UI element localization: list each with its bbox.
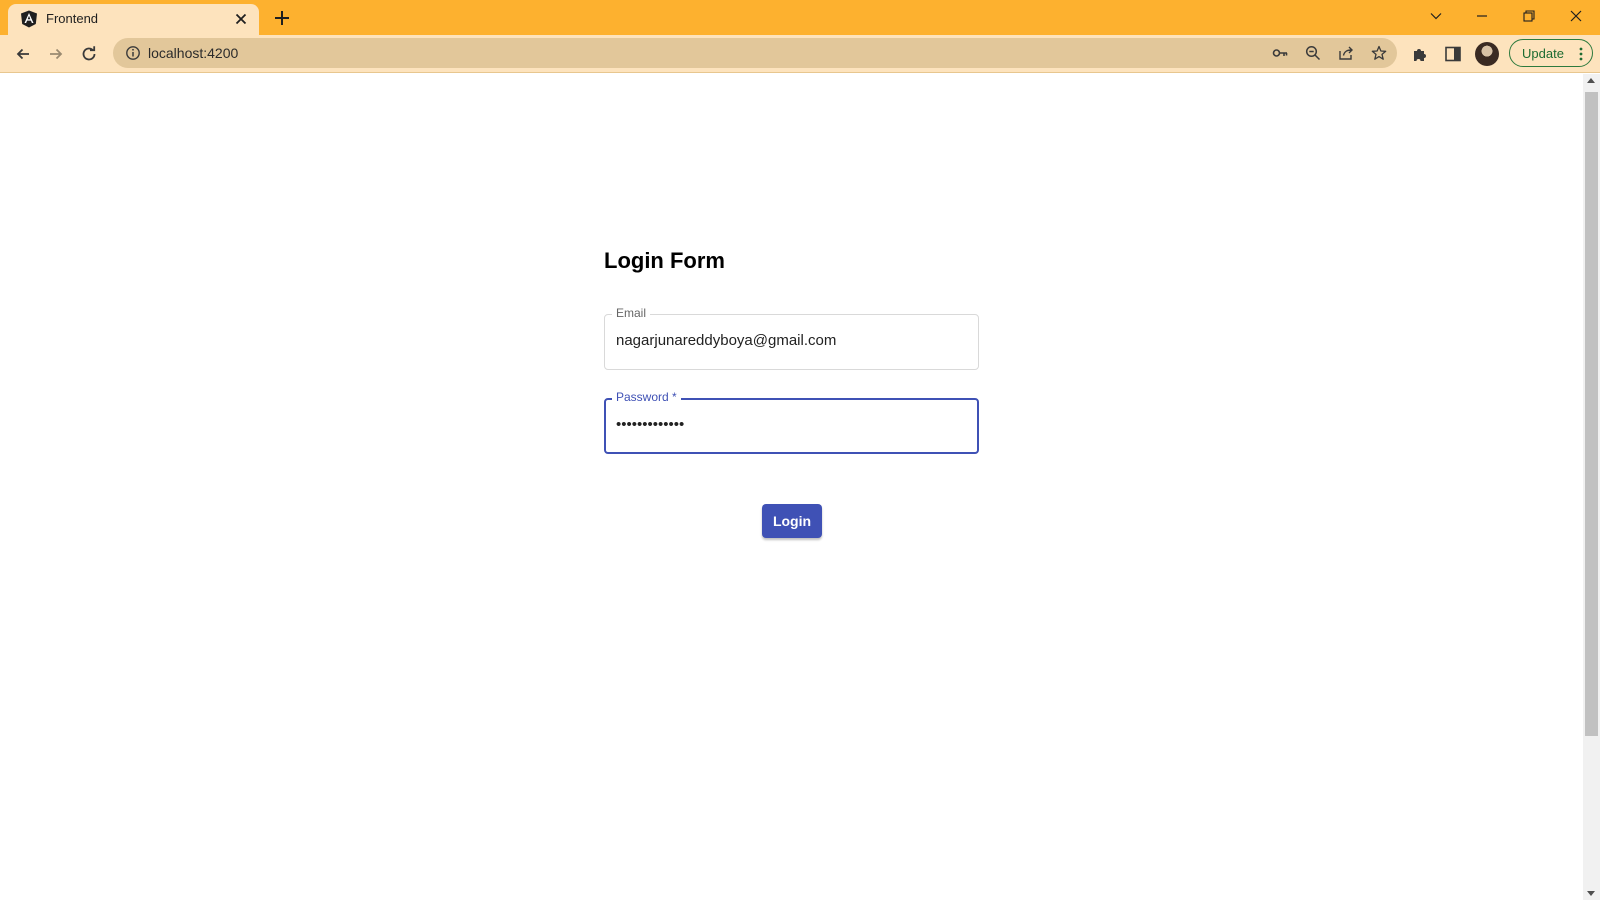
new-tab-icon[interactable] bbox=[272, 8, 292, 28]
info-icon[interactable] bbox=[125, 45, 141, 61]
email-input[interactable] bbox=[616, 332, 966, 349]
avatar[interactable] bbox=[1475, 42, 1499, 66]
password-field[interactable]: Password * bbox=[604, 390, 979, 454]
forward-icon[interactable] bbox=[46, 44, 66, 64]
extensions-icon[interactable] bbox=[1411, 45, 1429, 63]
browser-tab[interactable]: Frontend bbox=[8, 4, 259, 35]
update-label: Update bbox=[1522, 46, 1564, 61]
url-text: localhost:4200 bbox=[148, 45, 239, 61]
scroll-down-icon[interactable] bbox=[1587, 891, 1595, 896]
share-icon[interactable] bbox=[1338, 45, 1354, 61]
scroll-up-icon[interactable] bbox=[1587, 78, 1595, 83]
required-mark: * bbox=[672, 390, 677, 404]
update-button[interactable]: Update bbox=[1509, 39, 1593, 67]
window-close-icon[interactable] bbox=[1561, 4, 1591, 28]
reload-icon[interactable] bbox=[79, 44, 99, 64]
email-label: Email bbox=[612, 306, 651, 320]
password-label-text: Password bbox=[616, 390, 669, 404]
address-bar[interactable]: localhost:4200 bbox=[113, 38, 1397, 68]
password-input[interactable] bbox=[616, 416, 966, 433]
scrollbar[interactable] bbox=[1583, 74, 1600, 900]
page-title: Login Form bbox=[604, 248, 725, 273]
angular-icon bbox=[21, 10, 37, 28]
scroll-thumb[interactable] bbox=[1585, 92, 1598, 736]
email-field[interactable]: Email bbox=[604, 306, 979, 370]
tab-search-icon[interactable] bbox=[1421, 4, 1451, 28]
browser-tab-strip: Frontend bbox=[0, 0, 1600, 35]
more-menu-icon[interactable] bbox=[1578, 46, 1584, 62]
password-label: Password * bbox=[612, 390, 681, 404]
page-viewport bbox=[0, 74, 1583, 900]
browser-toolbar: localhost:4200 Update bbox=[0, 35, 1600, 73]
close-icon[interactable] bbox=[233, 11, 249, 27]
login-button[interactable]: Login bbox=[762, 504, 822, 538]
zoom-out-icon[interactable] bbox=[1305, 45, 1321, 61]
restore-icon[interactable] bbox=[1514, 4, 1544, 28]
key-icon[interactable] bbox=[1272, 45, 1288, 61]
back-icon[interactable] bbox=[13, 44, 33, 64]
star-icon[interactable] bbox=[1371, 45, 1387, 61]
side-panel-icon[interactable] bbox=[1444, 45, 1462, 63]
minimize-icon[interactable] bbox=[1467, 4, 1497, 28]
tab-title: Frontend bbox=[46, 11, 99, 26]
